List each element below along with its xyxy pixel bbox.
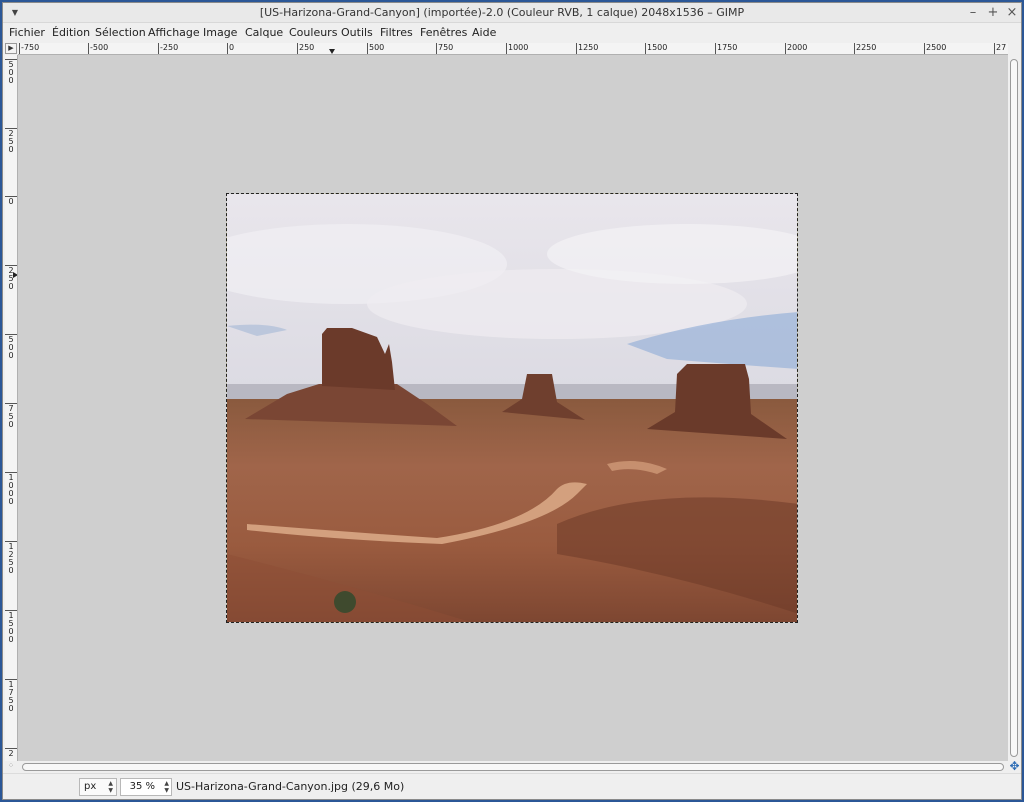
image-canvas[interactable]	[18, 55, 1008, 761]
horizontal-scrollbar[interactable]	[18, 761, 1008, 773]
hruler-label: 27	[996, 43, 1007, 52]
vruler-label: 500	[8, 335, 14, 360]
zoom-value: 35 %	[129, 781, 155, 792]
monument-valley-photo	[227, 194, 797, 622]
navigate-icon[interactable]: ✥	[1008, 760, 1021, 773]
vertical-scrollbar[interactable]	[1008, 55, 1021, 761]
menu-affichage[interactable]: Affichage	[148, 26, 200, 39]
menu-calque[interactable]: Calque	[245, 26, 283, 39]
vruler-label: 2	[8, 749, 14, 758]
menu-fichier[interactable]: Fichier	[9, 26, 45, 39]
vruler-label: 1750	[8, 680, 14, 713]
vruler-label: 750	[8, 404, 14, 429]
window-menu-icon[interactable]: ▼	[9, 7, 21, 19]
hruler-label: 1500	[647, 43, 668, 52]
vertical-ruler[interactable]: 500 250 0 250 500 750 1000 1250 1500 175…	[5, 55, 18, 761]
hruler-label: 0	[229, 43, 235, 52]
zoom-spin-icon[interactable]: ▲ ▼	[164, 780, 169, 794]
hruler-label: -750	[21, 43, 40, 52]
ruler-corner-menu-icon[interactable]: ▶	[5, 43, 17, 54]
hruler-label: 2500	[926, 43, 947, 52]
hruler-label: 1750	[717, 43, 738, 52]
close-button[interactable]: ×	[1004, 5, 1020, 21]
status-info: US-Harizona-Grand-Canyon.jpg (29,6 Mo)	[176, 780, 405, 793]
pointer-position-marker-icon	[329, 49, 335, 54]
unit-spin-icon[interactable]: ▲ ▼	[108, 780, 113, 794]
hruler-label: 2250	[856, 43, 877, 52]
menu-fenetres[interactable]: Fenêtres	[420, 26, 467, 39]
hruler-label: 2000	[787, 43, 808, 52]
vruler-label: 1250	[8, 542, 14, 575]
hruler-label: 750	[438, 43, 454, 52]
menu-bar: Fichier Édition Sélection Affichage Imag…	[3, 23, 1021, 43]
hruler-label: -500	[90, 43, 109, 52]
menu-filtres[interactable]: Filtres	[380, 26, 413, 39]
unit-value: px	[84, 781, 97, 792]
hruler-label: 1000	[508, 43, 529, 52]
vruler-label: 1500	[8, 611, 14, 644]
menu-outils[interactable]: Outils	[341, 26, 373, 39]
horizontal-ruler[interactable]: -750 -500 -250 0 250 500 750 1000 1250 1…	[18, 43, 1008, 55]
vruler-label: 1000	[8, 473, 14, 506]
horizontal-scrollbar-thumb[interactable]	[22, 763, 1004, 771]
status-bar: px ▲ ▼ 35 % ▲ ▼ US-Harizona-Grand-Canyon.j…	[3, 773, 1021, 799]
hruler-label: 250	[299, 43, 315, 52]
window-title: [US-Harizona-Grand-Canyon] (importée)-2.…	[259, 6, 745, 19]
hruler-label: -250	[160, 43, 179, 52]
maximize-button[interactable]: +	[985, 5, 1001, 21]
title-bar: ▼ [US-Harizona-Grand-Canyon] (importée)-…	[3, 3, 1021, 23]
hruler-label: 500	[369, 43, 385, 52]
vertical-scrollbar-thumb[interactable]	[1010, 59, 1018, 757]
vruler-label: 500	[8, 60, 14, 85]
zoom-selector[interactable]: 35 % ▲ ▼	[120, 778, 172, 796]
hruler-label: 1250	[578, 43, 599, 52]
menu-image[interactable]: Image	[203, 26, 237, 39]
vruler-label: 0	[8, 197, 14, 206]
quick-mask-toggle-icon[interactable]: ⁘	[6, 761, 16, 771]
vruler-label: 250	[8, 266, 14, 291]
menu-couleurs[interactable]: Couleurs	[289, 26, 337, 39]
vruler-label: 250	[8, 129, 14, 154]
menu-aide[interactable]: Aide	[472, 26, 496, 39]
menu-edition[interactable]: Édition	[52, 26, 90, 39]
unit-selector[interactable]: px ▲ ▼	[79, 778, 117, 796]
menu-selection[interactable]: Sélection	[95, 26, 146, 39]
minimize-button[interactable]: –	[965, 5, 981, 21]
gimp-window: ▼ [US-Harizona-Grand-Canyon] (importée)-…	[2, 2, 1022, 800]
photo-image[interactable]	[226, 193, 798, 623]
